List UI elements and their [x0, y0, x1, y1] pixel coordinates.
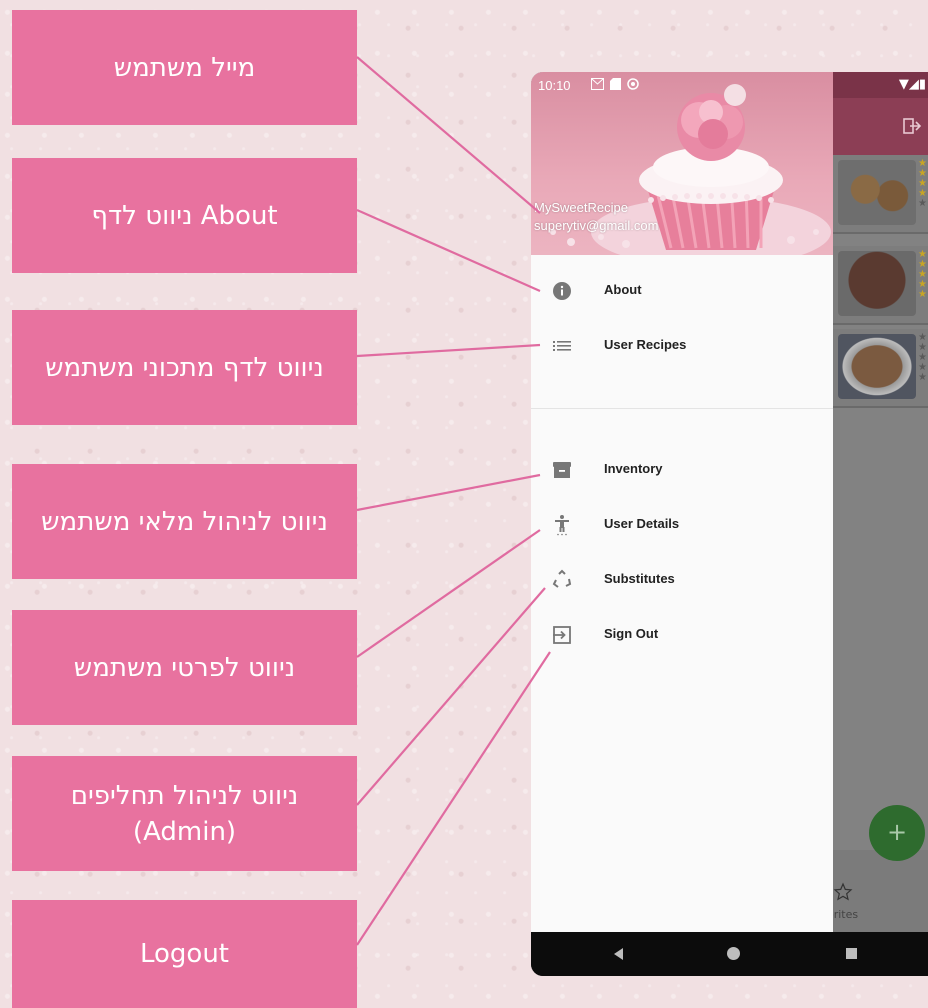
connector-user-recipes: [356, 343, 541, 358]
signal-battery-icon: ▼◢▮: [898, 77, 926, 92]
archive-box-icon: [553, 462, 571, 478]
exit-icon[interactable]: [902, 116, 922, 136]
annotation-text: ניווט לדף About: [91, 200, 278, 231]
recipe-card[interactable]: ★ ★ ★ ★ ★: [833, 155, 928, 234]
drawer-divider: [531, 408, 833, 409]
menu-item-user-details[interactable]: User Details: [531, 505, 833, 545]
menu-item-label: User Details: [604, 516, 680, 531]
annotation-inventory: ניווט לניהול מלאי משתמש: [12, 464, 357, 579]
connector-user-details: [356, 529, 541, 658]
annotation-user-details: ניווט לפרטי משתמש: [12, 610, 357, 725]
connector-email: [356, 56, 541, 214]
recipe-thumbnail: [838, 334, 916, 399]
menu-item-inventory[interactable]: Inventory: [531, 450, 833, 490]
bottom-navigation: orites: [827, 850, 928, 932]
list-icon: [553, 341, 571, 351]
sync-icon: [627, 78, 639, 90]
annotation-user-recipes: ניווט לדף מתכוני משתמש: [12, 310, 357, 425]
recent-apps-icon[interactable]: [846, 948, 857, 959]
recipe-card[interactable]: ★ ★ ★ ★ ★: [833, 329, 928, 408]
annotation-text: ניווט לניהול מלאי משתמש: [41, 506, 328, 537]
connector-about: [356, 208, 541, 293]
menu-item-label: Sign Out: [604, 626, 659, 641]
menu-item-label: Substitutes: [604, 571, 675, 586]
gmail-icon: [591, 78, 604, 90]
sd-card-icon: [610, 78, 621, 90]
home-icon[interactable]: [727, 947, 740, 960]
connector-logout: [356, 651, 551, 946]
plus-icon: +: [886, 818, 908, 846]
accessibility-icon: [555, 515, 569, 536]
annotation-text: ניווט לפרטי משתמש: [73, 652, 296, 683]
drawer-app-name: MySweetRecipe: [534, 200, 628, 215]
menu-item-label: Inventory: [604, 461, 663, 476]
rating-stars: ★ ★ ★ ★ ★: [918, 249, 927, 300]
navigation-drawer: 10:10 MySweetRecipe superytiv@gmail.com …: [531, 72, 833, 932]
annotation-text: ניווט לדף מתכוני משתמש: [45, 352, 324, 383]
drawer-user-email: superytiv@gmail.com: [534, 218, 659, 233]
info-icon: [553, 282, 571, 300]
rating-stars: ★ ★ ★ ★ ★: [918, 158, 927, 209]
annotation-text: Logout: [139, 939, 230, 969]
sign-out-icon: [553, 626, 571, 644]
connector-substitutes: [356, 587, 546, 806]
menu-item-user-recipes[interactable]: User Recipes: [531, 326, 833, 366]
menu-item-label: About: [604, 282, 642, 297]
star-outline-icon[interactable]: [833, 882, 853, 902]
recipe-card[interactable]: ★ ★ ★ ★ ★: [833, 246, 928, 325]
menu-item-sign-out[interactable]: Sign Out: [531, 615, 833, 655]
add-recipe-fab[interactable]: +: [869, 805, 925, 861]
drawer-header: 10:10 MySweetRecipe superytiv@gmail.com: [531, 72, 833, 255]
recipe-thumbnail: [838, 251, 916, 316]
menu-item-label: User Recipes: [604, 337, 687, 352]
recipe-thumbnail: [838, 160, 916, 225]
rating-stars: ★ ★ ★ ★ ★: [918, 332, 927, 383]
status-icons: [591, 78, 639, 90]
annotation-about: ניווט לדף About: [12, 158, 357, 273]
annotation-user-email: מייל משתמש: [12, 10, 357, 125]
status-time: 10:10: [538, 78, 571, 93]
menu-item-about[interactable]: About: [531, 271, 833, 311]
annotation-substitutes: ניווט לניהול תחליפים (Admin): [12, 756, 357, 871]
back-icon[interactable]: [611, 946, 627, 962]
app-status-bar: ▼◢▮: [833, 72, 928, 98]
phone-screen: ▼◢▮ ★ ★ ★ ★ ★ ★ ★ ★ ★ ★ ★ ★ ★ ★ ★ orites +: [531, 72, 928, 976]
annotation-text: ניווט לניהול תחליפים (Admin): [70, 780, 299, 847]
menu-item-substitutes[interactable]: Substitutes: [531, 560, 833, 600]
annotation-text: מייל משתמש: [113, 52, 256, 83]
connector-inventory: [356, 473, 541, 512]
annotation-logout: Logout: [12, 900, 357, 1008]
system-navigation-bar: [531, 932, 928, 976]
recycle-icon: [552, 569, 572, 588]
front-camera: [724, 84, 746, 106]
